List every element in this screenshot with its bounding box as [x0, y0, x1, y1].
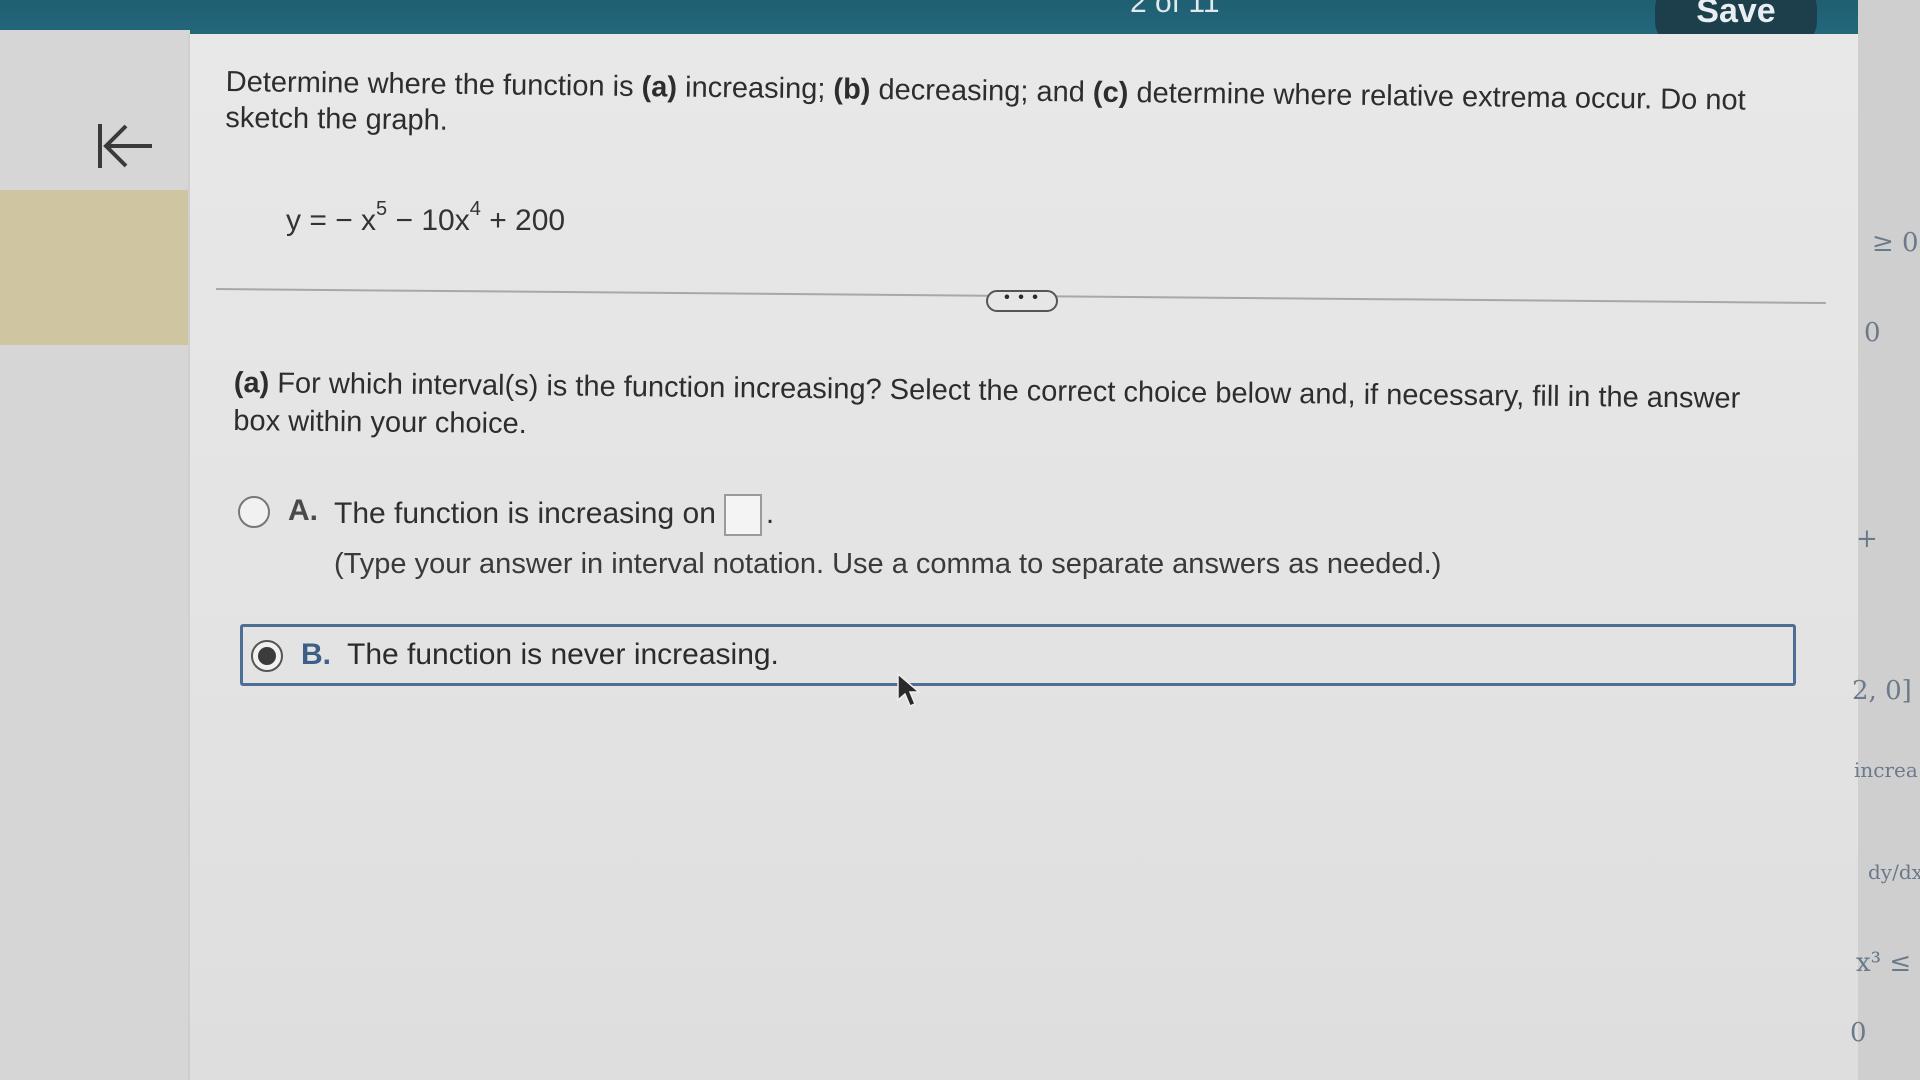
question-progress: 2 of 11 — [1130, 0, 1220, 19]
choice-a-letter: A. — [288, 494, 318, 527]
choice-a-content: The function is increasing on. (Type you… — [334, 494, 1441, 581]
part-a-prompt: (a) For which interval(s) is the functio… — [233, 366, 1741, 441]
question-prompt: Determine where the function is (a) incr… — [225, 65, 1746, 137]
note-line: 2, 0] — [1852, 676, 1912, 706]
note-line: 0 — [1864, 318, 1881, 348]
handwritten-notes-margin: ≥ 0 0 + 2, 0] increa dy/dx x³ ≤ 0 0 — [1850, 0, 1920, 1080]
note-line: + — [1856, 524, 1878, 554]
note-line: 0 — [1850, 1018, 1867, 1048]
back-to-start-button[interactable] — [90, 110, 162, 182]
note-line: ≥ 0 — [1872, 228, 1919, 258]
function-equation: y = − x5 − 10x4 + 200 — [286, 198, 566, 237]
choice-b-radio[interactable] — [251, 640, 283, 672]
left-rail-highlight — [0, 190, 190, 345]
radio-selected-dot — [258, 647, 276, 665]
choice-a-text: The function is increasing on — [334, 496, 716, 530]
choice-a-hint: (Type your answer in interval notation. … — [334, 548, 1442, 580]
choice-b-text: The function is never increasing. — [347, 638, 779, 671]
arrow-left-bar-icon — [98, 124, 152, 168]
question-panel: Determine where the function is (a) incr… — [188, 34, 1858, 1080]
choice-a[interactable]: A. The function is increasing on. (Type … — [238, 494, 1441, 581]
note-line: increa — [1854, 758, 1918, 782]
interval-answer-input[interactable] — [723, 494, 762, 536]
note-line: dy/dx — [1868, 860, 1920, 884]
note-line: x³ ≤ 0 — [1856, 948, 1920, 978]
choice-b-letter: B. — [301, 638, 331, 671]
choice-a-radio[interactable] — [238, 496, 270, 528]
mouse-pointer-icon — [897, 672, 922, 707]
expand-question-button[interactable]: • • • — [986, 290, 1058, 312]
choice-b[interactable]: B. The function is never increasing. — [240, 624, 1796, 686]
left-rail — [0, 30, 190, 1080]
